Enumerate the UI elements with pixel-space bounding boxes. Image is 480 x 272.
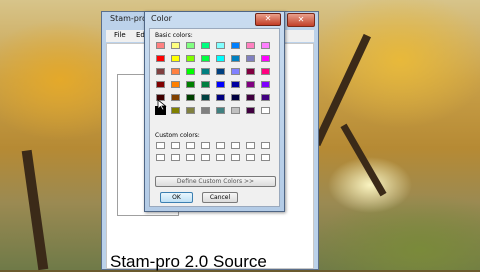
custom-color-swatch[interactable] xyxy=(201,154,210,161)
custom-colors-label: Custom colors: xyxy=(155,132,200,139)
basic-color-swatch[interactable] xyxy=(156,55,165,62)
ok-button[interactable]: OK xyxy=(160,192,193,203)
tree-trunk xyxy=(21,149,49,271)
custom-color-swatch[interactable] xyxy=(261,142,270,149)
cancel-button[interactable]: Cancel xyxy=(202,192,238,203)
tree-trunk xyxy=(340,123,387,197)
basic-color-swatch[interactable] xyxy=(186,107,195,114)
basic-color-swatch[interactable] xyxy=(201,68,210,75)
basic-colors-label: Basic colors: xyxy=(155,32,193,39)
define-custom-colors-button[interactable]: Define Custom Colors >> xyxy=(155,176,276,187)
custom-color-swatch[interactable] xyxy=(216,142,225,149)
custom-color-swatch[interactable] xyxy=(201,142,210,149)
custom-color-swatch[interactable] xyxy=(231,142,240,149)
basic-color-swatch[interactable] xyxy=(156,42,165,49)
basic-color-swatch[interactable] xyxy=(231,68,240,75)
basic-color-swatch[interactable] xyxy=(201,42,210,49)
custom-color-swatch[interactable] xyxy=(246,142,255,149)
mouse-cursor-icon xyxy=(157,99,167,111)
basic-color-swatch[interactable] xyxy=(246,81,255,88)
basic-color-swatch[interactable] xyxy=(216,81,225,88)
menu-file[interactable]: File xyxy=(114,31,126,39)
basic-color-swatch[interactable] xyxy=(261,55,270,62)
basic-color-swatch[interactable] xyxy=(186,94,195,101)
basic-color-swatch[interactable] xyxy=(171,107,180,114)
basic-color-swatch[interactable] xyxy=(231,94,240,101)
basic-color-swatch[interactable] xyxy=(171,68,180,75)
basic-color-swatch[interactable] xyxy=(261,68,270,75)
basic-color-swatch[interactable] xyxy=(186,42,195,49)
app-window-title: Stam-pro xyxy=(110,14,147,23)
window-close-button[interactable]: ✕ xyxy=(287,13,315,27)
basic-color-swatch[interactable] xyxy=(201,81,210,88)
basic-color-swatch[interactable] xyxy=(216,68,225,75)
dialog-title: Color xyxy=(151,14,172,23)
basic-color-swatch[interactable] xyxy=(231,81,240,88)
basic-color-swatch[interactable] xyxy=(246,55,255,62)
basic-color-swatch[interactable] xyxy=(156,68,165,75)
basic-color-swatch[interactable] xyxy=(246,42,255,49)
custom-color-swatch[interactable] xyxy=(156,154,165,161)
basic-color-swatch[interactable] xyxy=(216,94,225,101)
basic-color-swatch[interactable] xyxy=(216,55,225,62)
basic-color-swatch[interactable] xyxy=(231,42,240,49)
video-caption: Stam-pro 2.0 Source xyxy=(110,252,267,271)
basic-color-swatch[interactable] xyxy=(186,55,195,62)
basic-color-swatch[interactable] xyxy=(261,81,270,88)
basic-color-swatch[interactable] xyxy=(201,107,210,114)
custom-color-swatch[interactable] xyxy=(186,154,195,161)
basic-color-swatch[interactable] xyxy=(201,94,210,101)
color-dialog: Color ✕ Basic colors: Custom colors: Def… xyxy=(144,11,285,212)
basic-color-swatch[interactable] xyxy=(261,94,270,101)
basic-color-swatch[interactable] xyxy=(171,94,180,101)
basic-color-swatch[interactable] xyxy=(171,42,180,49)
basic-color-swatch[interactable] xyxy=(246,107,255,114)
dialog-close-button[interactable]: ✕ xyxy=(255,13,281,26)
custom-color-swatch[interactable] xyxy=(246,154,255,161)
custom-color-swatch[interactable] xyxy=(156,142,165,149)
basic-color-swatch[interactable] xyxy=(231,55,240,62)
basic-color-swatch[interactable] xyxy=(231,107,240,114)
basic-color-swatch[interactable] xyxy=(201,55,210,62)
basic-color-swatch[interactable] xyxy=(186,81,195,88)
custom-color-swatch[interactable] xyxy=(231,154,240,161)
basic-color-swatch[interactable] xyxy=(216,107,225,114)
custom-color-swatch[interactable] xyxy=(171,142,180,149)
basic-color-swatch[interactable] xyxy=(246,94,255,101)
basic-color-swatch[interactable] xyxy=(246,68,255,75)
custom-color-swatch[interactable] xyxy=(171,154,180,161)
dialog-body: Basic colors: Custom colors: Define Cust… xyxy=(149,28,280,207)
custom-color-swatch[interactable] xyxy=(186,142,195,149)
basic-color-swatch[interactable] xyxy=(261,107,270,114)
basic-color-swatch[interactable] xyxy=(171,55,180,62)
basic-color-swatch[interactable] xyxy=(186,68,195,75)
basic-color-swatch[interactable] xyxy=(261,42,270,49)
custom-color-swatch[interactable] xyxy=(216,154,225,161)
basic-color-swatch[interactable] xyxy=(216,42,225,49)
basic-color-swatch[interactable] xyxy=(156,81,165,88)
basic-color-swatch[interactable] xyxy=(171,81,180,88)
custom-color-swatch[interactable] xyxy=(261,154,270,161)
